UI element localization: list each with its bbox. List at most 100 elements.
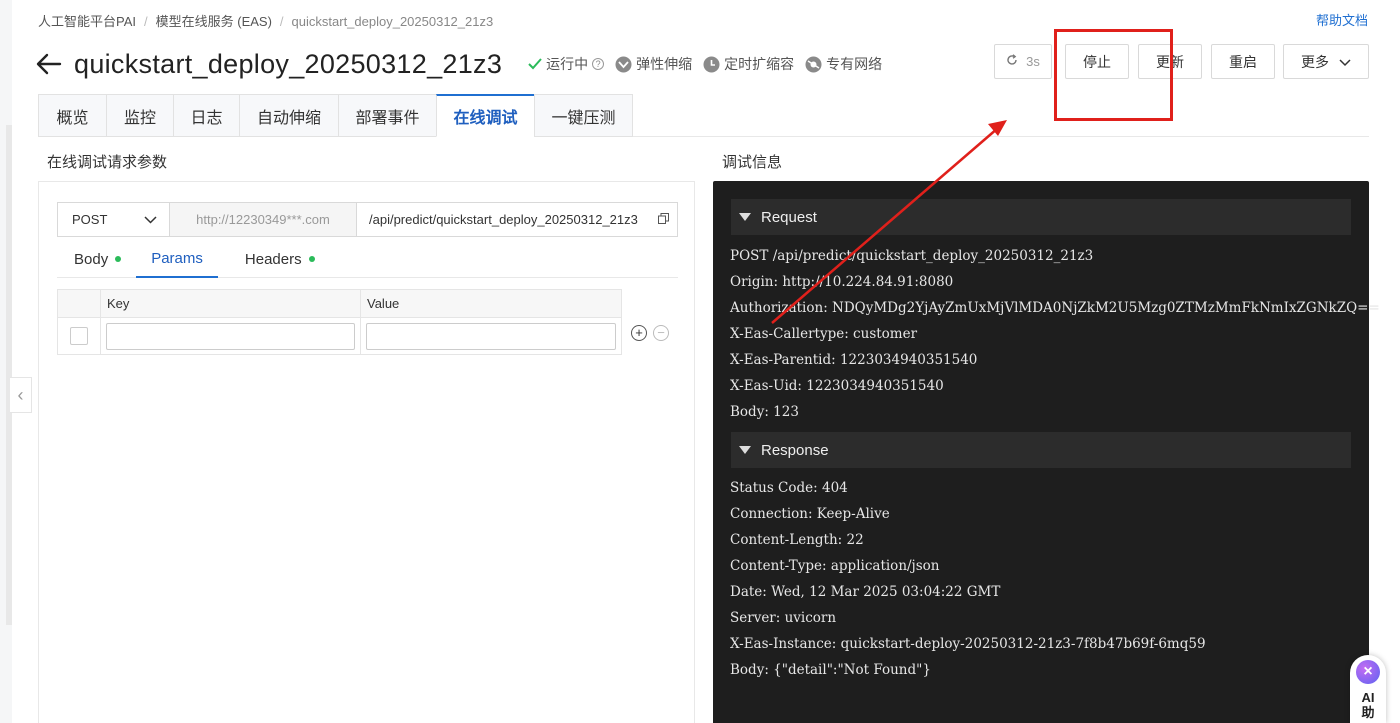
ai-assistant-button[interactable]: × AI 助 bbox=[1350, 655, 1386, 723]
row-select-cell bbox=[58, 318, 101, 354]
subtab-headers[interactable]: Headers bbox=[228, 240, 332, 278]
subtab-headers-label: Headers bbox=[244, 250, 302, 268]
vpc-badge: 专有网络 bbox=[805, 54, 882, 74]
elastic-scaling-icon bbox=[615, 56, 632, 73]
tab-autoscaling[interactable]: 自动伸缩 bbox=[239, 94, 338, 137]
ai-assistant-label: AI 助 bbox=[1361, 690, 1374, 720]
chevron-left-icon: ‹ bbox=[17, 385, 24, 405]
key-column-header: Key bbox=[101, 290, 361, 317]
value-column-header: Value bbox=[367, 296, 400, 311]
restart-button[interactable]: 重启 bbox=[1211, 44, 1275, 79]
row-checkbox[interactable] bbox=[70, 327, 88, 345]
tab-online-debug[interactable]: 在线调试 bbox=[436, 94, 534, 137]
request-section-label: Request bbox=[761, 208, 817, 226]
path-value: /api/predict/quickstart_deploy_20250312_… bbox=[369, 212, 638, 227]
response-line: Body: {"detail":"Not Found"} bbox=[730, 662, 931, 678]
tab-overview[interactable]: 概览 bbox=[38, 94, 106, 137]
breadcrumb-separator: / bbox=[279, 14, 284, 29]
more-label: 更多 bbox=[1301, 53, 1329, 70]
check-icon bbox=[528, 58, 542, 70]
value-input[interactable] bbox=[366, 322, 616, 350]
debug-info-panel: Request POST /api/predict/quickstart_dep… bbox=[713, 181, 1380, 723]
host-display: http://12230349***.com bbox=[170, 203, 357, 236]
page-header: quickstart_deploy_20250312_21z3 运行中 ? 弹性… bbox=[36, 44, 893, 84]
add-row-icon[interactable]: + bbox=[631, 325, 647, 341]
network-icon bbox=[805, 56, 822, 73]
response-line: Connection: Keep-Alive bbox=[730, 506, 890, 522]
method-select[interactable]: POST bbox=[58, 203, 170, 236]
right-section-title: 调试信息 bbox=[722, 154, 783, 171]
value-cell bbox=[361, 318, 621, 354]
request-line: Body: 123 bbox=[730, 404, 799, 420]
breadcrumb-item-pai[interactable]: 人工智能平台PAI bbox=[38, 14, 136, 29]
key-input[interactable] bbox=[106, 322, 355, 350]
scheduled-scaling-text: 定时扩缩容 bbox=[724, 56, 795, 72]
request-params-panel: POST http://12230349***.com /api/predict… bbox=[38, 181, 695, 723]
header-select-col bbox=[58, 290, 101, 317]
ai-label-line2: 助 bbox=[1361, 705, 1375, 720]
status-badge: 运行中 ? bbox=[528, 54, 605, 74]
status-dot bbox=[308, 256, 315, 262]
subtab-params-label: Params bbox=[151, 249, 203, 267]
auto-refresh-button[interactable]: 3s bbox=[994, 44, 1052, 79]
main-tabs: 概览 监控 日志 自动伸缩 部署事件 在线调试 一键压测 bbox=[38, 94, 633, 137]
request-subtabs: Body Params Headers bbox=[57, 240, 678, 278]
back-arrow-icon[interactable] bbox=[36, 52, 62, 76]
path-input[interactable]: /api/predict/quickstart_deploy_20250312_… bbox=[357, 203, 677, 236]
tabs-divider bbox=[633, 136, 1369, 137]
elastic-badge: 弹性伸缩 bbox=[615, 54, 692, 74]
method-value: POST bbox=[72, 212, 108, 227]
refresh-icon bbox=[1006, 54, 1018, 69]
subtab-body-label: Body bbox=[74, 250, 109, 268]
chevron-down-icon bbox=[144, 212, 157, 227]
breadcrumb-item-current: quickstart_deploy_20250312_21z3 bbox=[291, 14, 494, 29]
more-button[interactable]: 更多 bbox=[1283, 44, 1369, 79]
subtab-body[interactable]: Body bbox=[57, 240, 138, 278]
tab-monitor[interactable]: 监控 bbox=[106, 94, 173, 137]
response-line: Status Code: 404 bbox=[730, 480, 848, 496]
tab-stress-test[interactable]: 一键压测 bbox=[534, 94, 633, 137]
caret-down-icon bbox=[739, 446, 751, 454]
tab-deploy-events[interactable]: 部署事件 bbox=[338, 94, 436, 137]
left-scroll-track[interactable] bbox=[6, 125, 12, 625]
response-section-header[interactable]: Response bbox=[731, 432, 1351, 468]
tab-logs[interactable]: 日志 bbox=[173, 94, 239, 137]
request-line: X-Eas-Parentid: 1223034940351540 bbox=[730, 352, 978, 368]
response-line: Server: uvicorn bbox=[730, 610, 837, 626]
request-line: POST /api/predict/quickstart_deploy_2025… bbox=[730, 248, 1094, 264]
response-lines: Status Code: 404 Connection: Keep-Alive … bbox=[730, 475, 1206, 683]
response-line: Content-Length: 22 bbox=[730, 532, 864, 548]
remove-row-icon[interactable]: − bbox=[653, 325, 669, 341]
status-dot bbox=[115, 256, 122, 262]
response-line: X-Eas-Instance: quickstart-deploy-202503… bbox=[730, 636, 1206, 652]
request-line: X-Eas-Uid: 1223034940351540 bbox=[730, 378, 944, 394]
copy-icon[interactable] bbox=[658, 212, 669, 227]
breadcrumb-item-eas[interactable]: 模型在线服务 (EAS) bbox=[156, 14, 272, 29]
caret-down-icon bbox=[739, 213, 751, 221]
collapse-sidebar-button[interactable]: ‹ bbox=[10, 377, 32, 413]
vpc-text: 专有网络 bbox=[826, 56, 883, 72]
page-title: quickstart_deploy_20250312_21z3 bbox=[74, 48, 503, 79]
ai-assistant-icon: × bbox=[1356, 660, 1380, 684]
refresh-interval: 3s bbox=[1026, 54, 1040, 69]
clock-icon bbox=[703, 56, 720, 73]
request-line: X-Eas-Callertype: customer bbox=[730, 326, 918, 342]
request-line: Origin: http://10.224.84.91:8080 bbox=[730, 274, 954, 290]
key-cell bbox=[101, 318, 361, 354]
subtab-params[interactable]: Params bbox=[136, 240, 218, 278]
service-meta: 运行中 ? 弹性伸缩 定时扩缩容 专有网络 bbox=[528, 54, 893, 74]
scheduled-scaling-badge: 定时扩缩容 bbox=[703, 54, 794, 74]
breadcrumb: 人工智能平台PAI / 模型在线服务 (EAS) / quickstart_deploy… bbox=[38, 11, 493, 30]
row-actions: + − bbox=[631, 325, 669, 341]
request-line: Authorization: NDQyMDg2YjAyZmUxMjVlMDA0N… bbox=[730, 300, 1380, 316]
request-url-bar: POST http://12230349***.com /api/predict… bbox=[57, 202, 678, 237]
help-icon[interactable]: ? bbox=[592, 58, 605, 70]
help-docs-link[interactable]: 帮助文档 bbox=[1316, 10, 1368, 29]
response-line: Content-Type: application/json bbox=[730, 558, 940, 574]
response-line: Date: Wed, 12 Mar 2025 03:04:22 GMT bbox=[730, 584, 1001, 600]
annotation-highlight-box bbox=[1054, 29, 1173, 121]
params-table-header: Key Value bbox=[58, 290, 621, 318]
request-section-header[interactable]: Request bbox=[731, 199, 1351, 235]
left-section-title: 在线调试请求参数 bbox=[47, 154, 168, 171]
status-text: 运行中 bbox=[546, 56, 589, 72]
